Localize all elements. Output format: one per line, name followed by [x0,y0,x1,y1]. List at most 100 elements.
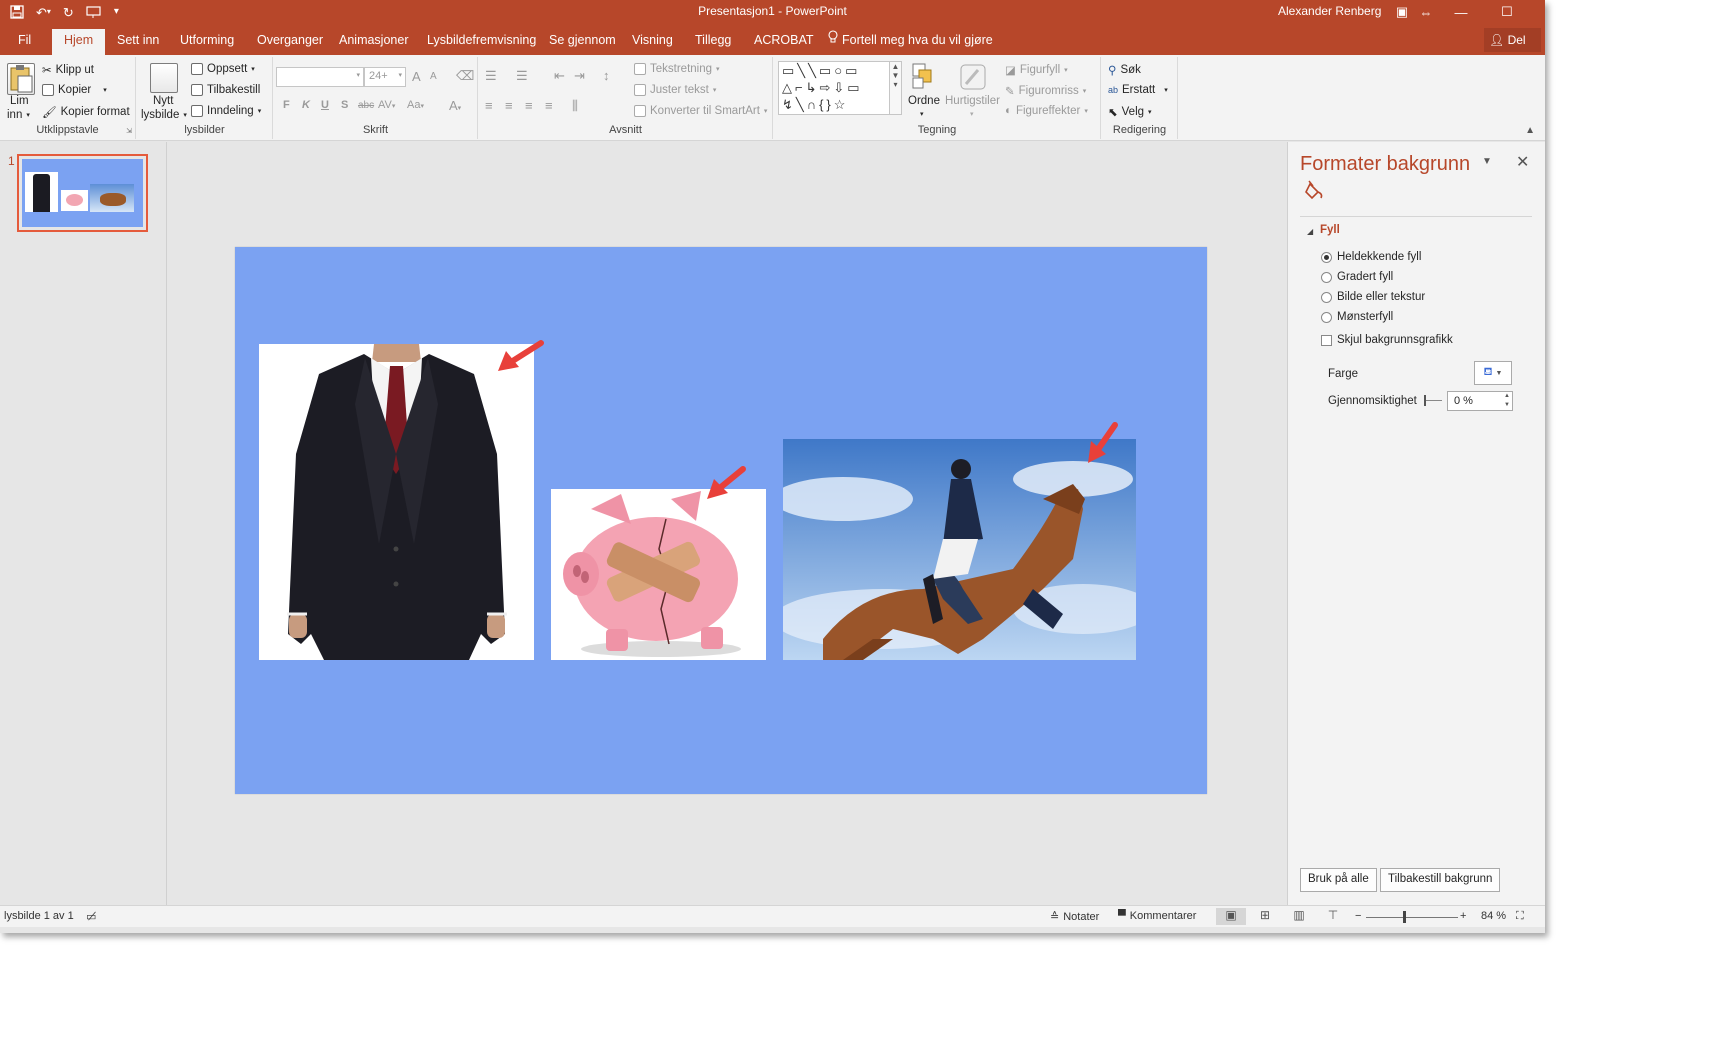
slideshow-view-icon[interactable]: ⊤ [1318,908,1348,925]
tab-review[interactable]: Se gjennom [537,30,628,55]
shapes-gallery[interactable]: ▭╲╲▭○▭ △⌐↳⇨⇩▭ ↯╲∩{}☆ [778,61,890,115]
comments-button[interactable]: ▀ Kommentarer [1118,910,1196,922]
paste-icon[interactable] [7,63,35,95]
find-button[interactable]: ⚲ Søk [1108,63,1141,77]
underline-button[interactable]: U [321,99,329,111]
tab-slideshow[interactable]: Lysbildefremvisning [415,30,548,55]
numbering-icon[interactable]: ☰ [516,68,528,84]
tab-acrobat[interactable]: ACROBAT [742,30,826,55]
clear-formatting-icon[interactable]: ⌫ [456,68,474,84]
tab-home[interactable]: Hjem [52,29,106,55]
slide-canvas[interactable] [235,247,1207,794]
shape-effects-button[interactable]: ◐ Figureffekter ▾ [1005,105,1088,117]
cut-button[interactable]: ✂ Klipp ut [42,63,94,77]
zoom-level[interactable]: 84 % [1481,910,1506,922]
transparency-slider-track[interactable] [1424,400,1442,401]
new-slide-button-line1[interactable]: Nytt [153,95,173,107]
notes-button[interactable]: ≙ Notater [1050,910,1099,924]
tab-transitions[interactable]: Overganger [245,30,335,55]
transparency-spinner[interactable]: 0 % ▲ ▼ [1447,391,1513,411]
spinner-arrows-icon[interactable]: ▲ ▼ [1504,392,1510,410]
text-direction-button[interactable]: Tekstretning ▾ [634,63,720,75]
arrange-icon[interactable] [909,61,937,94]
resize-icon[interactable]: ⇔ [1414,5,1438,20]
reading-view-icon[interactable]: ▥ [1284,908,1314,925]
radio-picture-texture-fill[interactable]: Bilde eller tekstur [1321,291,1425,303]
shadow-button[interactable]: S [341,99,348,111]
tab-design[interactable]: Utforming [168,30,246,55]
align-center-icon[interactable]: ≡ [505,98,513,113]
strikethrough-button[interactable]: abc [358,100,374,111]
section-button[interactable]: Inndeling ▾ [191,105,261,117]
align-text-button[interactable]: Juster tekst ▾ [634,84,716,96]
radio-solid-fill[interactable]: Heldekkende fyll [1321,251,1421,263]
apply-to-all-button[interactable]: Bruk på alle [1300,868,1377,892]
tab-view[interactable]: Visning [620,30,685,55]
font-name-combo[interactable]: ▾ [276,67,364,87]
new-slide-button-line2[interactable]: lysbilde ▾ [141,109,187,121]
hide-background-graphics-checkbox[interactable]: Skjul bakgrunnsgrafikk [1321,334,1453,346]
tab-insert[interactable]: Sett inn [105,30,171,55]
arrange-button[interactable]: Ordne [908,95,940,107]
zoom-in-button[interactable]: + [1460,910,1466,922]
user-name[interactable]: Alexander Renberg [1278,4,1381,18]
transparency-slider-handle[interactable] [1424,395,1426,406]
quick-styles-button[interactable]: Hurtigstiler [945,95,1000,107]
paste-button-line2[interactable]: inn ▾ [7,109,30,121]
shape-outline-button[interactable]: ✎ Figuromriss ▾ [1005,84,1086,98]
slide-thumbnail-1[interactable] [17,154,148,232]
maximize-icon[interactable]: ☐ [1484,4,1530,20]
copy-button[interactable]: Kopier ▾ [42,84,107,96]
zoom-out-button[interactable]: − [1355,910,1361,922]
align-right-icon[interactable]: ≡ [525,98,533,113]
reset-background-button[interactable]: Tilbakestill bakgrunn [1380,868,1501,892]
replace-button[interactable]: ab Erstatt ▾ [1108,84,1168,96]
collapse-triangle-icon[interactable]: ◢ [1307,227,1313,236]
change-case-button[interactable]: Aa▾ [407,99,424,111]
ribbon-display-options-icon[interactable]: ▣ [1390,4,1414,20]
tab-animations[interactable]: Animasjoner [327,30,420,55]
justify-icon[interactable]: ≡ [545,98,553,113]
new-slide-icon[interactable] [150,63,178,93]
tab-file[interactable]: Fil [6,30,43,55]
spell-check-icon[interactable]: ▭̸ [86,910,96,923]
radio-pattern-fill[interactable]: Mønsterfyll [1321,311,1393,323]
character-spacing-button[interactable]: AV▾ [378,99,395,111]
zoom-slider-track[interactable] [1366,917,1458,918]
minimize-icon[interactable]: — [1438,5,1484,20]
pane-options-dropdown-icon[interactable]: ▼ [1482,156,1492,167]
quick-styles-icon[interactable] [958,62,988,95]
shrink-font-button[interactable]: A [430,71,437,82]
tell-me-search[interactable]: Fortell meg hva du vil gjøre [816,30,1005,55]
grow-font-button[interactable]: A [412,69,421,84]
zoom-slider-handle[interactable] [1403,911,1406,923]
font-color-button[interactable]: A▾ [449,98,461,113]
font-size-combo[interactable]: 24+ ▾ [364,67,406,87]
align-left-icon[interactable]: ≡ [485,98,493,113]
dialog-launcher-icon[interactable]: ⇲ [126,127,132,135]
normal-view-icon[interactable]: ▣ [1216,908,1246,925]
color-picker-button[interactable]: ⛾ ▼ [1474,361,1512,385]
format-painter-button[interactable]: 🖌︎ Kopier format [42,105,130,119]
tab-addins[interactable]: Tillegg [683,30,743,55]
close-pane-icon[interactable]: ✕ [1516,152,1529,172]
close-window-icon[interactable]: ✕ [1530,4,1545,20]
decrease-indent-icon[interactable]: ⇤ [554,68,565,84]
collapse-ribbon-icon[interactable]: ▲ [1525,125,1535,136]
fill-section-header[interactable]: Fyll [1320,224,1340,236]
line-spacing-icon[interactable]: ↕ [603,68,610,83]
shapes-gallery-scroll[interactable]: ▲ ▼ ▾ [890,61,902,115]
layout-button[interactable]: Oppsett ▾ [191,63,255,75]
increase-indent-icon[interactable]: ⇥ [574,68,585,84]
select-button[interactable]: ⬉ Velg ▾ [1108,105,1152,119]
fit-to-window-icon[interactable]: ⛶ [1516,910,1524,923]
share-button[interactable]: 👤︎ Del [1484,28,1541,52]
reset-slide-button[interactable]: Tilbakestill [191,84,260,96]
slide-sorter-view-icon[interactable]: ⊞ [1250,908,1280,925]
bullets-icon[interactable]: ☰ [485,68,497,84]
paste-button-line1[interactable]: Lim [10,95,29,107]
fill-bucket-icon[interactable] [1304,180,1328,205]
radio-gradient-fill[interactable]: Gradert fyll [1321,271,1393,283]
italic-button[interactable]: K [302,99,310,111]
bold-button[interactable]: F [283,99,290,111]
